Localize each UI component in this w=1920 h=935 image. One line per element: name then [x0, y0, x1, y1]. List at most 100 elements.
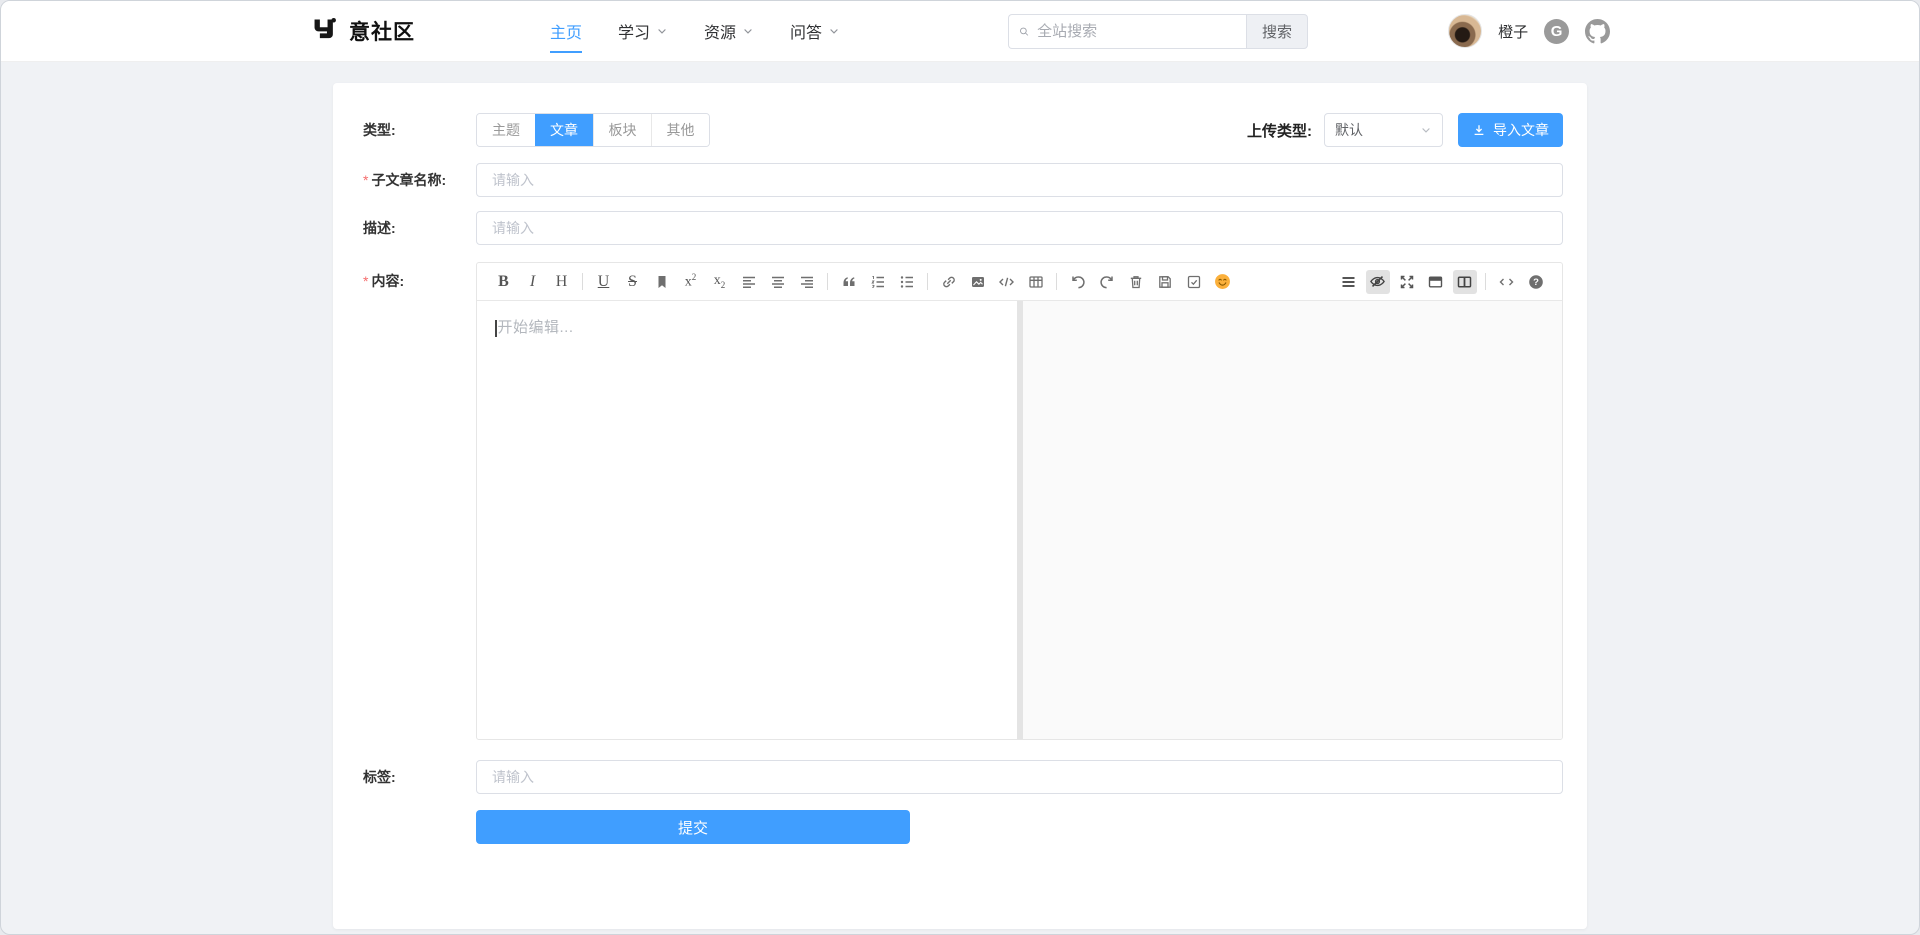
app-window: 意社区 主页 学习 资源 问答 搜索	[0, 0, 1920, 935]
quote-icon[interactable]	[837, 270, 861, 294]
description-input[interactable]	[476, 211, 1563, 245]
tags-input[interactable]	[476, 760, 1563, 794]
tags-row: 标签:	[363, 760, 1563, 794]
nav-item-label: 问答	[790, 19, 822, 43]
content-label: *内容:	[363, 262, 476, 300]
name-row: *子文章名称:	[363, 163, 1563, 197]
upload-type-label: 上传类型:	[1247, 120, 1312, 141]
table-icon[interactable]	[1024, 270, 1048, 294]
toolbar-divider	[1485, 273, 1486, 290]
trash-icon[interactable]	[1124, 270, 1148, 294]
chevron-down-icon	[742, 25, 754, 37]
link-icon[interactable]	[937, 270, 961, 294]
type-row: 类型: 主题 文章 板块 其他 上传类型: 默认 导入文章	[363, 113, 1563, 147]
github-icon[interactable]	[1585, 19, 1610, 44]
brand-logo-icon	[311, 16, 337, 47]
unordered-list-icon[interactable]	[895, 270, 919, 294]
search-input-box[interactable]	[1008, 14, 1246, 49]
type-option-topic[interactable]: 主题	[477, 114, 535, 146]
submit-button[interactable]: 提交	[476, 810, 910, 844]
nav-item-label: 学习	[618, 19, 650, 43]
editor-body: 开始编辑...	[477, 301, 1562, 739]
emoji-icon[interactable]	[1211, 270, 1235, 294]
nav-item-resources[interactable]: 资源	[704, 19, 754, 43]
search-button[interactable]: 搜索	[1246, 14, 1308, 49]
split-pane-icon[interactable]	[1453, 270, 1477, 294]
strikethrough-icon[interactable]: S	[621, 270, 645, 294]
brand[interactable]: 意社区	[311, 16, 415, 47]
bookmark-icon[interactable]	[650, 270, 674, 294]
bold-icon[interactable]: B	[492, 270, 516, 294]
nav-item-qa[interactable]: 问答	[790, 19, 840, 43]
sub-article-name-input[interactable]	[476, 163, 1563, 197]
required-asterisk: *	[363, 273, 368, 289]
site-search: 搜索	[1008, 14, 1308, 49]
new-post-form-card: 类型: 主题 文章 板块 其他 上传类型: 默认 导入文章 *子	[333, 83, 1587, 929]
align-left-icon[interactable]	[737, 270, 761, 294]
superscript-icon[interactable]: x2	[679, 270, 703, 294]
content-row: *内容: B I H U S x2 x2	[363, 262, 1563, 740]
toolbar-divider	[827, 273, 828, 290]
eye-off-icon[interactable]	[1366, 270, 1390, 294]
type-option-other[interactable]: 其他	[651, 114, 709, 146]
editor-input-pane[interactable]: 开始编辑...	[477, 301, 1017, 739]
chevron-down-icon	[656, 25, 668, 37]
nav-links: 主页 学习 资源 问答	[550, 19, 840, 43]
type-option-board[interactable]: 板块	[593, 114, 651, 146]
description-label: 描述:	[363, 218, 476, 238]
chevron-down-icon	[1420, 124, 1432, 136]
nav-item-label: 资源	[704, 19, 736, 43]
description-row: 描述:	[363, 211, 1563, 245]
code-view-icon[interactable]	[1495, 270, 1519, 294]
chevron-down-icon	[828, 25, 840, 37]
text-caret	[495, 320, 497, 337]
navbar: 意社区 主页 学习 资源 问答 搜索	[1, 1, 1919, 62]
tags-label: 标签:	[363, 767, 476, 787]
toolbar-divider	[927, 273, 928, 290]
code-icon[interactable]	[995, 270, 1019, 294]
editor-toolbar: B I H U S x2 x2	[477, 263, 1562, 301]
upload-group: 上传类型: 默认 导入文章	[1247, 113, 1563, 147]
align-center-icon[interactable]	[766, 270, 790, 294]
nav-item-learn[interactable]: 学习	[618, 19, 668, 43]
image-icon[interactable]	[966, 270, 990, 294]
save-icon[interactable]	[1153, 270, 1177, 294]
task-check-icon[interactable]	[1182, 270, 1206, 294]
type-option-article[interactable]: 文章	[535, 114, 593, 146]
upload-type-value: 默认	[1335, 120, 1363, 140]
ordered-list-icon[interactable]	[866, 270, 890, 294]
name-label: *子文章名称:	[363, 170, 476, 190]
toolbar-right-group: ?	[1334, 270, 1550, 294]
avatar[interactable]	[1448, 14, 1482, 48]
nav-item-label: 主页	[550, 19, 582, 43]
toolbar-divider	[1056, 273, 1057, 290]
italic-icon[interactable]: I	[521, 270, 545, 294]
toolbar-divider	[582, 273, 583, 290]
editor-preview-pane	[1023, 301, 1562, 739]
underline-icon[interactable]: U	[592, 270, 616, 294]
undo-icon[interactable]	[1066, 270, 1090, 294]
username[interactable]: 橙子	[1498, 21, 1528, 42]
type-segmented-control: 主题 文章 板块 其他	[476, 113, 710, 147]
nav-item-home[interactable]: 主页	[550, 19, 582, 43]
download-icon	[1472, 123, 1486, 137]
help-icon[interactable]: ?	[1524, 270, 1548, 294]
redo-icon[interactable]	[1095, 270, 1119, 294]
align-right-icon[interactable]	[795, 270, 819, 294]
gitee-icon[interactable]: G	[1544, 19, 1569, 44]
required-asterisk: *	[363, 172, 368, 188]
menu-icon[interactable]	[1337, 270, 1361, 294]
user-cluster: 橙子 G	[1448, 14, 1610, 48]
import-article-label: 导入文章	[1493, 120, 1549, 140]
submit-row: 提交	[363, 810, 1563, 844]
fullscreen-icon[interactable]	[1395, 270, 1419, 294]
upload-type-select[interactable]: 默认	[1324, 113, 1443, 147]
import-article-button[interactable]: 导入文章	[1458, 113, 1563, 147]
brand-title: 意社区	[349, 16, 415, 46]
type-label: 类型:	[363, 120, 476, 140]
preview-only-icon[interactable]	[1424, 270, 1448, 294]
search-icon	[1019, 24, 1029, 39]
subscript-icon[interactable]: x2	[708, 270, 732, 294]
heading-icon[interactable]: H	[550, 270, 574, 294]
search-input[interactable]	[1037, 23, 1236, 40]
